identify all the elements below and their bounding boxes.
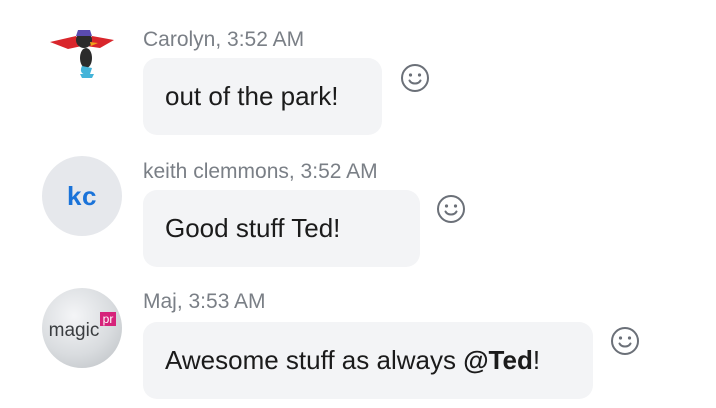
superhero-duck-icon: [50, 30, 114, 78]
avatar[interactable]: [42, 16, 122, 96]
add-reaction-button[interactable]: [436, 194, 466, 224]
add-reaction-button[interactable]: [400, 63, 430, 93]
magicpr-logo-icon: pr magic: [49, 312, 116, 341]
message-text: out of the park!: [165, 81, 339, 111]
chat-thread: Carolyn, 3:52 AM out of the park! kc kei…: [0, 0, 716, 408]
logo-text: magic: [49, 320, 100, 341]
message-text-end: !: [532, 345, 541, 375]
avatar[interactable]: kc: [42, 156, 122, 236]
logo-badge-text: pr: [103, 312, 114, 326]
message-bubble: out of the park!: [143, 58, 382, 135]
message-author-time: Carolyn, 3:52 AM: [143, 28, 305, 51]
avatar-initials: kc: [67, 180, 97, 211]
message-author-time: keith clemmons, 3:52 AM: [143, 160, 378, 183]
message-text: Good stuff Ted!: [165, 213, 341, 243]
smiley-face-icon: [437, 195, 465, 223]
smiley-face-icon: [401, 64, 429, 92]
mention-link[interactable]: @Ted: [463, 345, 533, 375]
message-text: Awesome stuff as always: [165, 345, 464, 375]
message-bubble: Good stuff Ted!: [143, 190, 420, 267]
avatar[interactable]: pr magic: [42, 288, 122, 368]
add-reaction-button[interactable]: [610, 326, 640, 356]
smiley-face-icon: [611, 327, 639, 355]
message-bubble: Awesome stuff as always @Ted!: [143, 322, 593, 399]
message-author-time: Maj, 3:53 AM: [143, 290, 266, 313]
